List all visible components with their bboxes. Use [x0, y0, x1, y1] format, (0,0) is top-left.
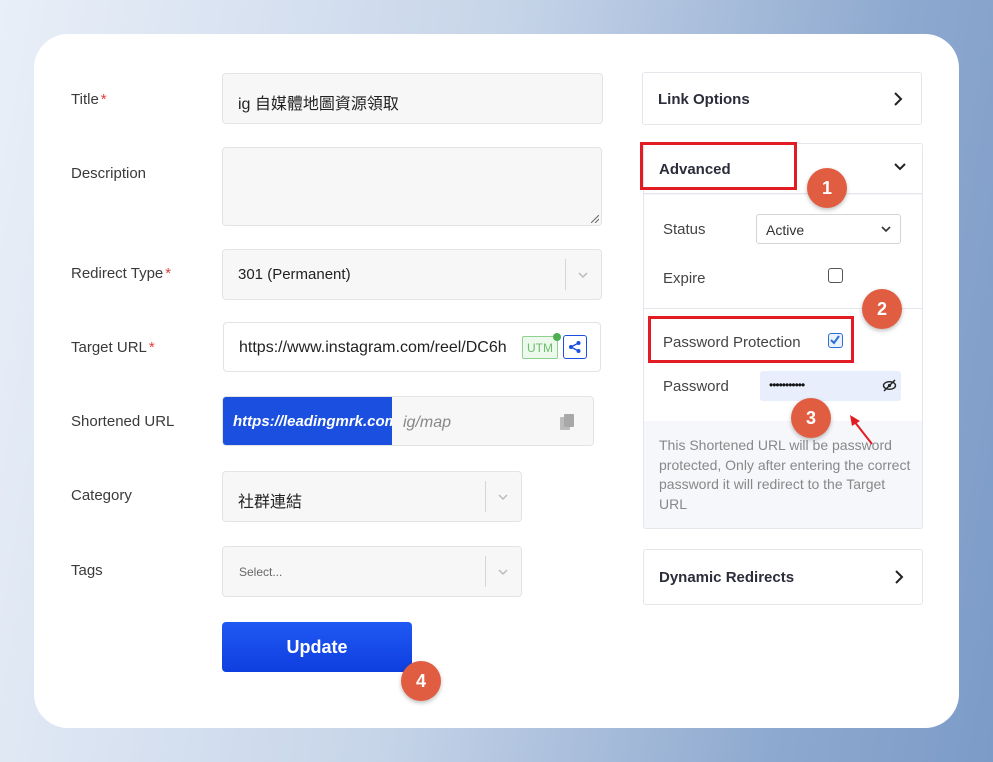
copy-icon[interactable] — [559, 413, 575, 431]
chevron-down-icon — [894, 163, 906, 171]
callout-2: 2 — [862, 289, 902, 329]
tags-label: Tags — [71, 562, 103, 579]
chevron-right-icon — [895, 570, 904, 584]
password-input[interactable]: ••••••••••• — [760, 371, 901, 401]
redirect-type-select[interactable]: 301 (Permanent) — [222, 249, 602, 300]
shortened-url-field[interactable]: https://leadingmrk.com ig/map — [222, 396, 594, 446]
short-domain: https://leadingmrk.com — [233, 413, 392, 430]
redirect-type-label: Redirect Type * — [71, 265, 172, 282]
callout-1: 1 — [807, 168, 847, 208]
share-button[interactable] — [563, 335, 587, 359]
dynamic-redirects-title: Dynamic Redirects — [659, 569, 795, 586]
shortened-url-label: Shortened URL — [71, 413, 175, 430]
link-options-panel[interactable]: Link Options — [642, 72, 922, 125]
expire-label: Expire — [663, 270, 706, 287]
arrow-icon — [850, 415, 873, 445]
tags-select[interactable]: Select... — [222, 546, 522, 597]
chevron-down-icon — [578, 272, 588, 279]
utm-check-icon — [553, 333, 561, 341]
chevron-right-icon — [894, 92, 903, 106]
status-select[interactable]: Active — [756, 214, 901, 244]
password-value: ••••••••••• — [769, 378, 805, 392]
update-button[interactable]: Update — [222, 622, 412, 672]
short-domain-box: https://leadingmrk.com — [223, 397, 392, 445]
category-label: Category — [71, 487, 132, 504]
redirect-type-value: 301 (Permanent) — [238, 266, 351, 283]
advanced-highlight-box — [640, 142, 797, 190]
share-icon — [569, 341, 581, 353]
utm-label: UTM — [527, 340, 553, 355]
link-options-title: Link Options — [658, 91, 750, 108]
description-label: Description — [71, 165, 147, 182]
password-protection-highlight-box — [648, 316, 854, 363]
target-url-value: https://www.instagram.com/reel/DC6h — [239, 339, 507, 356]
utm-button[interactable]: UTM — [522, 333, 561, 359]
target-url-label: Target URL * — [71, 339, 155, 356]
update-button-label: Update — [286, 636, 348, 657]
chevron-down-icon — [498, 494, 508, 501]
dynamic-redirects-panel[interactable]: Dynamic Redirects — [643, 549, 923, 605]
callout-4: 4 — [401, 661, 441, 701]
description-textarea[interactable] — [222, 147, 602, 226]
title-input-value: ig 自媒體地圖資源領取 — [238, 96, 399, 113]
expire-checkbox[interactable] — [828, 268, 843, 283]
target-url-input[interactable]: https://www.instagram.com/reel/DC6h UTM — [223, 322, 601, 372]
callout-3: 3 — [791, 398, 831, 438]
title-label: Title * — [71, 91, 107, 108]
resize-handle-icon[interactable] — [591, 215, 599, 223]
eye-off-icon[interactable] — [882, 379, 897, 392]
chevron-down-icon — [498, 569, 508, 576]
password-label: Password — [663, 378, 729, 395]
category-select[interactable]: 社群連結 — [222, 471, 522, 522]
short-path-input[interactable]: ig/map — [403, 414, 451, 432]
title-input[interactable]: ig 自媒體地圖資源領取 — [222, 73, 603, 124]
category-value: 社群連結 — [238, 494, 303, 511]
status-label: Status — [663, 221, 706, 238]
chevron-down-icon — [881, 226, 891, 233]
status-value: Active — [766, 222, 805, 238]
tags-placeholder: Select... — [239, 565, 283, 579]
